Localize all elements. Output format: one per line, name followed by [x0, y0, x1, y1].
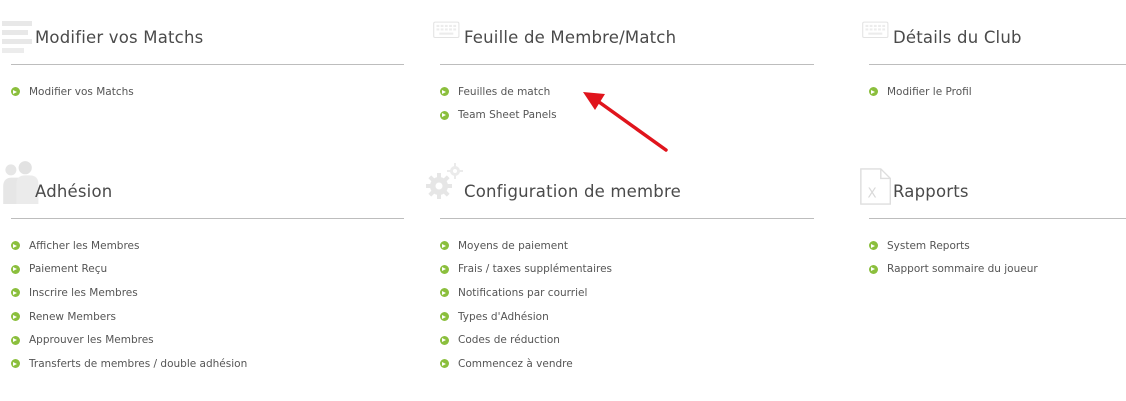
arrow-circle-icon	[11, 359, 20, 369]
arrow-circle-icon	[869, 264, 878, 274]
link-list: Afficher les Membres Paiement Reçu Inscr…	[11, 234, 247, 376]
keyboard-icon	[433, 21, 460, 39]
arrow-circle-icon	[11, 288, 20, 298]
section-title: Adhésion	[35, 182, 113, 201]
section-title: Modifier vos Matchs	[35, 28, 204, 47]
keyboard-icon	[862, 21, 889, 39]
section-divider	[11, 218, 404, 219]
link-paiement-recu[interactable]: Paiement Reçu	[11, 258, 247, 282]
section-title: Feuille de Membre/Match	[464, 28, 677, 47]
arrow-circle-icon	[440, 110, 449, 120]
link-list: Moyens de paiement Frais / taxes supplém…	[440, 234, 612, 376]
link-list: Modifier vos Matchs	[11, 80, 134, 104]
excel-file-icon: X	[860, 168, 892, 205]
arrow-circle-icon	[440, 335, 449, 345]
link-system-reports[interactable]: System Reports	[869, 234, 1038, 258]
red-arrow-annotation	[583, 92, 668, 152]
link-codes-de-reduction[interactable]: Codes de réduction	[440, 328, 612, 352]
section-divider	[440, 218, 814, 219]
link-list: Feuilles de match Team Sheet Panels	[440, 80, 557, 127]
arrow-circle-icon	[869, 241, 878, 251]
arrow-circle-icon	[440, 288, 449, 298]
section-divider	[869, 218, 1126, 219]
link-team-sheet-panels[interactable]: Team Sheet Panels	[440, 104, 557, 128]
link-modifier-vos-matchs[interactable]: Modifier vos Matchs	[11, 80, 134, 104]
section-title: Rapports	[893, 182, 969, 201]
link-modifier-le-profil[interactable]: Modifier le Profil	[869, 80, 972, 104]
link-approuver-les-membres[interactable]: Approuver les Membres	[11, 328, 247, 352]
link-transferts-de-membres[interactable]: Transferts de membres / double adhésion	[11, 352, 247, 376]
arrow-circle-icon	[440, 312, 449, 322]
arrow-circle-icon	[11, 335, 20, 345]
link-notifications-par-courriel[interactable]: Notifications par courriel	[440, 281, 612, 305]
link-commencez-a-vendre[interactable]: Commencez à vendre	[440, 352, 612, 376]
arrow-circle-icon	[11, 241, 20, 251]
arrow-circle-icon	[11, 312, 20, 322]
link-list: System Reports Rapport sommaire du joueu…	[869, 234, 1038, 281]
section-divider	[869, 64, 1126, 65]
link-rapport-sommaire-du-joueur[interactable]: Rapport sommaire du joueur	[869, 258, 1038, 282]
link-inscrire-les-membres[interactable]: Inscrire les Membres	[11, 281, 247, 305]
link-renew-members[interactable]: Renew Members	[11, 305, 247, 329]
link-list: Modifier le Profil	[869, 80, 972, 104]
arrow-circle-icon	[869, 87, 878, 97]
arrow-circle-icon	[440, 359, 449, 369]
link-frais-taxes[interactable]: Frais / taxes supplémentaires	[440, 258, 612, 282]
svg-text:X: X	[868, 186, 877, 201]
link-moyens-de-paiement[interactable]: Moyens de paiement	[440, 234, 612, 258]
section-title: Configuration de membre	[464, 182, 681, 201]
link-afficher-les-membres[interactable]: Afficher les Membres	[11, 234, 247, 258]
arrow-circle-icon	[440, 264, 449, 274]
gears-icon	[426, 163, 463, 199]
link-types-d-adhesion[interactable]: Types d'Adhésion	[440, 305, 612, 329]
arrow-circle-icon	[440, 241, 449, 251]
section-divider	[440, 64, 814, 65]
arrow-circle-icon	[11, 264, 20, 274]
section-title: Détails du Club	[893, 28, 1022, 47]
arrow-circle-icon	[440, 87, 449, 97]
link-feuilles-de-match[interactable]: Feuilles de match	[440, 80, 557, 104]
section-divider	[11, 64, 404, 65]
arrow-circle-icon	[11, 87, 20, 97]
